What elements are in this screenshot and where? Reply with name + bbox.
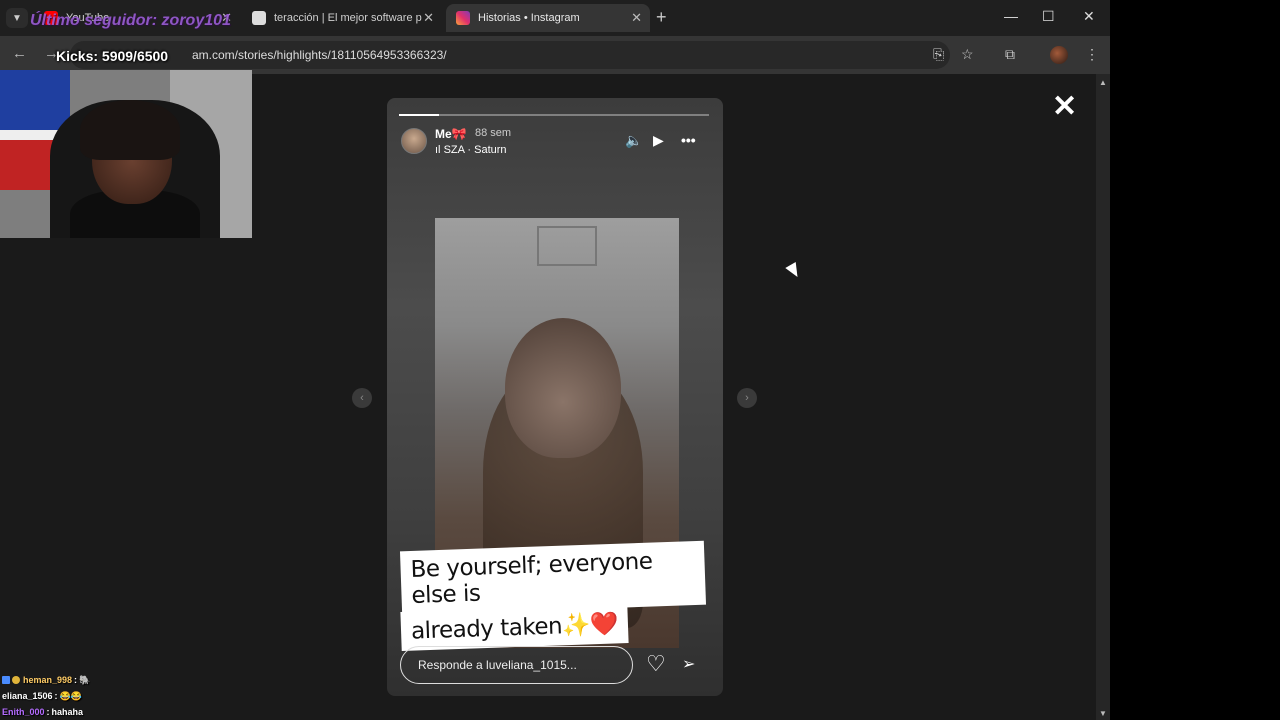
- caption-line-1: Be yourself; everyone else is: [399, 540, 707, 616]
- last-follower-overlay: Último seguidor: zoroy101: [30, 12, 231, 29]
- story-username[interactable]: Me🎀: [435, 127, 467, 141]
- extensions-icon[interactable]: ⧉: [1005, 46, 1015, 63]
- music-icon: ıl: [435, 144, 444, 156]
- reply-input[interactable]: Responde a luveliana_1015...: [400, 646, 633, 684]
- chat-message: 😂😂: [59, 690, 82, 701]
- photo-face: [505, 318, 621, 458]
- chat-user: Enith_000: [2, 707, 45, 717]
- story-song[interactable]: ıl SZA · Saturn: [435, 144, 507, 156]
- chat-badge-icon: [2, 676, 10, 684]
- story-progress-bar: [399, 114, 709, 116]
- profile-avatar[interactable]: [1050, 46, 1068, 64]
- chat-line: eliana_1506 : 😂😂: [2, 688, 202, 704]
- chat-badge-icon: [12, 676, 20, 684]
- story-progress-fill: [399, 114, 440, 116]
- send-paper-plane-icon[interactable]: ➢: [682, 654, 695, 674]
- story-caption: Be yourself; everyone else is already ta…: [399, 540, 707, 651]
- scroll-up-icon[interactable]: ▲: [1099, 78, 1107, 87]
- site-icon: [252, 11, 266, 25]
- tab-instagram[interactable]: Historias • Instagram ✕: [446, 4, 650, 32]
- scrollbar[interactable]: ▲ ▼: [1096, 74, 1110, 720]
- reply-placeholder: Responde a luveliana_1015...: [418, 658, 577, 672]
- chat-line: heman_998 : 🐘: [2, 672, 202, 688]
- kicks-counter: Kicks: 5909/6500: [56, 48, 169, 64]
- tab-label: Historias • Instagram: [478, 12, 580, 24]
- webcam-overlay: [0, 70, 252, 238]
- mute-speaker-icon[interactable]: 🔈: [625, 132, 642, 149]
- chat-line: Enith_000 : hahaha: [2, 704, 202, 720]
- maximize-button[interactable]: ☐: [1042, 8, 1055, 25]
- chat-separator: :: [54, 691, 58, 701]
- chat-separator: :: [74, 675, 78, 685]
- bookmark-star-icon[interactable]: ☆: [961, 46, 974, 63]
- back-arrow-icon[interactable]: ←: [12, 45, 27, 62]
- previous-story-arrow-icon[interactable]: ‹: [352, 388, 372, 408]
- story-time: 88 sem: [475, 127, 512, 139]
- close-story-button[interactable]: ✕: [1052, 92, 1077, 122]
- like-heart-icon[interactable]: ♡: [646, 651, 666, 677]
- wall-frame: [537, 226, 597, 266]
- chat-user: heman_998: [23, 675, 73, 685]
- close-window-button[interactable]: ✕: [1083, 8, 1095, 25]
- close-tab-icon[interactable]: ✕: [423, 10, 434, 26]
- song-label: SZA · Saturn: [443, 144, 507, 156]
- more-options-icon[interactable]: •••: [681, 132, 696, 148]
- tab-software[interactable]: teracción | El mejor software p ✕: [242, 4, 442, 32]
- chat-user: eliana_1506: [2, 691, 53, 701]
- scroll-down-icon[interactable]: ▼: [1099, 709, 1107, 718]
- url-text: am.com/stories/highlights/18110564953366…: [192, 48, 447, 62]
- install-app-icon[interactable]: ⎘: [933, 46, 944, 63]
- story-viewer[interactable]: Me🎀 88 sem ıl SZA · Saturn 🔈 ▶ ••• Be yo…: [387, 98, 723, 696]
- story-avatar[interactable]: [401, 128, 427, 154]
- caption-line-2: already taken✨❤️: [400, 604, 629, 651]
- streamer-hair: [80, 100, 180, 160]
- menu-dots-icon[interactable]: ⋮: [1085, 46, 1099, 63]
- screen: ▼ YouTube ✕ teracción | El mejor softwar…: [0, 0, 1280, 720]
- play-icon[interactable]: ▶: [653, 132, 664, 149]
- chat-message: hahaha: [51, 707, 84, 717]
- next-story-arrow-icon[interactable]: ›: [737, 388, 757, 408]
- chat-separator: :: [46, 707, 50, 717]
- instagram-icon: [456, 11, 470, 25]
- close-tab-icon[interactable]: ✕: [631, 10, 642, 26]
- address-bar[interactable]: am.com/stories/highlights/18110564953366…: [70, 41, 950, 69]
- new-tab-button[interactable]: +: [656, 7, 667, 28]
- chat-message: 🐘: [79, 674, 91, 685]
- stream-chat: heman_998 : 🐘 eliana_1506 : 😂😂 Enith_000…: [2, 672, 202, 720]
- minimize-button[interactable]: —: [1004, 8, 1018, 24]
- tab-search-chevron-icon[interactable]: ▼: [6, 8, 28, 28]
- tab-label: teracción | El mejor software p: [274, 12, 422, 24]
